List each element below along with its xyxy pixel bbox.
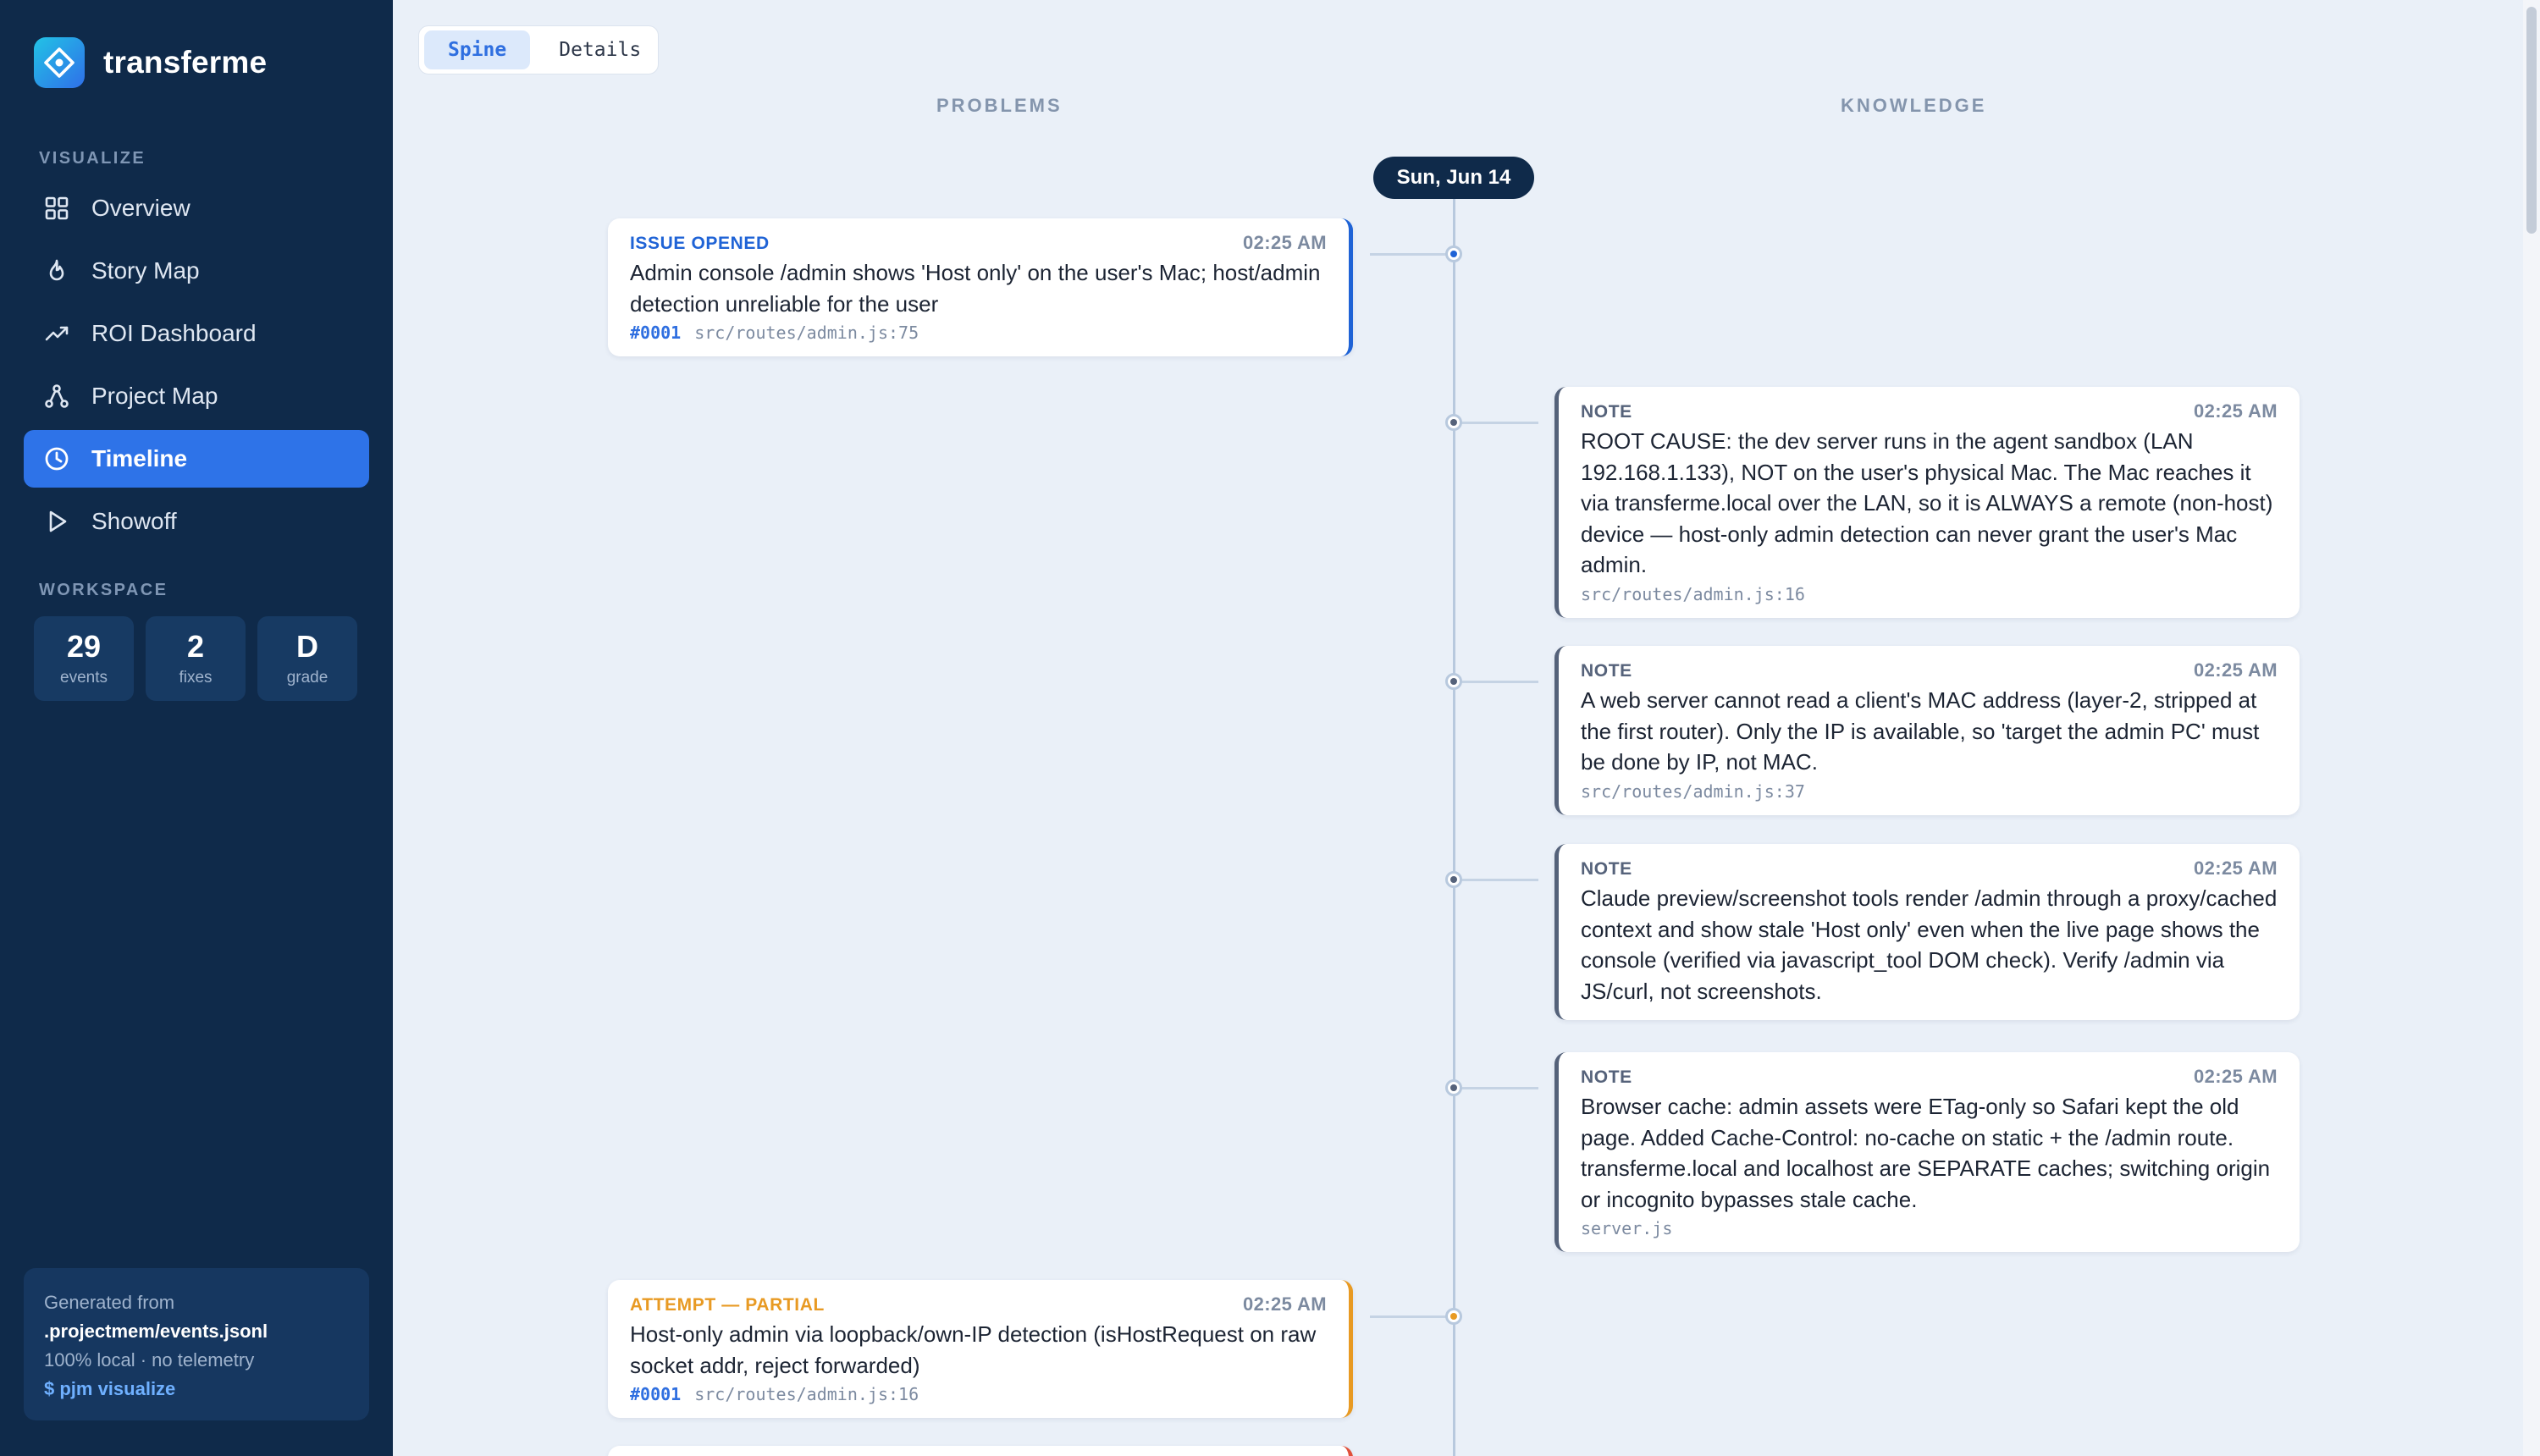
clock-icon xyxy=(42,444,71,473)
connector xyxy=(1370,253,1453,256)
event-type: ATTEMPT — PARTIAL xyxy=(630,1295,825,1315)
sidebar-item-overview[interactable]: Overview xyxy=(24,179,369,237)
view-toggle: Spine Details xyxy=(418,25,659,74)
sidebar: transferme VISUALIZE Overview Story Map xyxy=(0,0,393,1456)
play-icon xyxy=(42,507,71,536)
event-card-note[interactable]: NOTE 02:25 AM A web server cannot read a… xyxy=(1554,646,2300,815)
event-type: ISSUE OPENED xyxy=(630,234,770,253)
file-ref: src/routes/admin.js:37 xyxy=(1581,780,1805,802)
event-type: NOTE xyxy=(1581,402,1632,422)
visualize-section-label: VISUALIZE xyxy=(39,149,146,168)
sidebar-item-project-map[interactable]: Project Map xyxy=(24,367,369,425)
timeline-dot[interactable] xyxy=(1445,245,1462,262)
generated-from-label: Generated from xyxy=(44,1292,175,1313)
event-card-note[interactable]: NOTE 02:25 AM Browser cache: admin asset… xyxy=(1554,1052,2300,1252)
event-text: Claude preview/screenshot tools render /… xyxy=(1581,885,2278,1004)
brand-name: transferme xyxy=(103,45,268,80)
stat-label: events xyxy=(60,668,108,687)
stat-label: grade xyxy=(286,668,329,687)
event-card-issue-opened[interactable]: ISSUE OPENED 02:25 AM Admin console /adm… xyxy=(608,218,1353,356)
sidebar-item-label: Timeline xyxy=(91,445,188,472)
connector xyxy=(1455,422,1538,424)
issue-ref-link[interactable]: #0001 xyxy=(630,323,681,343)
issue-ref-link[interactable]: #0001 xyxy=(630,1384,681,1404)
sidebar-item-label: Project Map xyxy=(91,383,218,409)
scrollbar-thumb[interactable] xyxy=(2526,7,2537,234)
file-ref: src/routes/admin.js:16 xyxy=(1581,583,1805,604)
event-card-next[interactable] xyxy=(608,1446,1353,1456)
stat-fixes: 2 fixes xyxy=(146,616,246,701)
generated-command: $ pjm visualize xyxy=(44,1378,176,1399)
generated-file: .projectmem/events.jsonl xyxy=(44,1321,268,1342)
event-text: Host-only admin via loopback/own-IP dete… xyxy=(630,1321,1317,1378)
generated-info: Generated from .projectmem/events.jsonl … xyxy=(24,1268,369,1420)
connector xyxy=(1455,681,1538,683)
sidebar-nav: Overview Story Map ROI Dashboard Project… xyxy=(24,179,369,555)
event-time: 02:25 AM xyxy=(1243,232,1327,253)
event-time: 02:25 AM xyxy=(2194,1066,2278,1087)
timeline-dot[interactable] xyxy=(1445,673,1462,690)
knowledge-column-header: KNOWLEDGE xyxy=(1841,95,1987,116)
timeline-dot[interactable] xyxy=(1445,1079,1462,1096)
event-card-attempt-partial[interactable]: ATTEMPT — PARTIAL 02:25 AM Host-only adm… xyxy=(608,1280,1353,1418)
event-time: 02:25 AM xyxy=(1243,1293,1327,1315)
sidebar-item-showoff[interactable]: Showoff xyxy=(24,493,369,550)
grid-icon xyxy=(42,194,71,223)
sidebar-item-timeline[interactable]: Timeline xyxy=(24,430,369,488)
event-text: A web server cannot read a client's MAC … xyxy=(1581,687,2260,775)
sidebar-item-label: Showoff xyxy=(91,508,177,534)
stat-value: D xyxy=(296,629,318,665)
generated-privacy: 100% local · no telemetry xyxy=(44,1349,255,1371)
spine-toggle-button[interactable]: Spine xyxy=(424,30,531,69)
event-card-note[interactable]: NOTE 02:25 AM ROOT CAUSE: the dev server… xyxy=(1554,387,2300,618)
logo-icon xyxy=(34,37,85,88)
connector xyxy=(1455,879,1538,881)
file-ref: server.js xyxy=(1581,1218,1673,1238)
connector xyxy=(1370,1315,1453,1318)
trend-up-icon xyxy=(42,319,71,348)
file-ref: src/routes/admin.js:16 xyxy=(694,1384,919,1404)
workspace-stats: 29 events 2 fixes D grade xyxy=(34,616,357,701)
workspace-section-label: WORKSPACE xyxy=(39,581,168,599)
timeline-dot[interactable] xyxy=(1445,414,1462,431)
sidebar-item-label: Story Map xyxy=(91,257,200,284)
timeline-dot[interactable] xyxy=(1445,1308,1462,1325)
stat-value: 2 xyxy=(186,629,205,665)
event-text: Browser cache: admin assets were ETag-on… xyxy=(1581,1094,2271,1212)
sidebar-item-roi-dashboard[interactable]: ROI Dashboard xyxy=(24,305,369,362)
stat-value: 29 xyxy=(66,629,102,665)
details-toggle-button[interactable]: Details xyxy=(535,30,665,69)
timeline-spine xyxy=(1453,169,1455,1456)
event-text: ROOT CAUSE: the dev server runs in the a… xyxy=(1581,428,2273,577)
event-text: Admin console /admin shows 'Host only' o… xyxy=(630,260,1321,317)
brand[interactable]: transferme xyxy=(34,37,267,88)
graph-nodes-icon xyxy=(42,382,71,411)
sidebar-item-story-map[interactable]: Story Map xyxy=(24,242,369,300)
sidebar-item-label: Overview xyxy=(91,195,190,221)
connector xyxy=(1455,1087,1538,1089)
event-card-note[interactable]: NOTE 02:25 AM Claude preview/screenshot … xyxy=(1554,844,2300,1020)
event-time: 02:25 AM xyxy=(2194,858,2278,879)
event-type: NOTE xyxy=(1581,859,1632,879)
problems-column-header: PROBLEMS xyxy=(936,95,1063,116)
date-pill: Sun, Jun 14 xyxy=(1373,157,1534,199)
event-time: 02:25 AM xyxy=(2194,659,2278,681)
flame-icon xyxy=(42,256,71,285)
timeline-dot[interactable] xyxy=(1445,871,1462,888)
stat-events: 29 events xyxy=(34,616,134,701)
event-time: 02:25 AM xyxy=(2194,400,2278,422)
sidebar-item-label: ROI Dashboard xyxy=(91,320,257,346)
scrollbar[interactable] xyxy=(2523,0,2540,1456)
stat-label: fixes xyxy=(179,668,213,687)
file-ref: src/routes/admin.js:75 xyxy=(694,323,919,343)
event-type: NOTE xyxy=(1581,1067,1632,1087)
stat-grade: D grade xyxy=(257,616,357,701)
event-type: NOTE xyxy=(1581,661,1632,681)
